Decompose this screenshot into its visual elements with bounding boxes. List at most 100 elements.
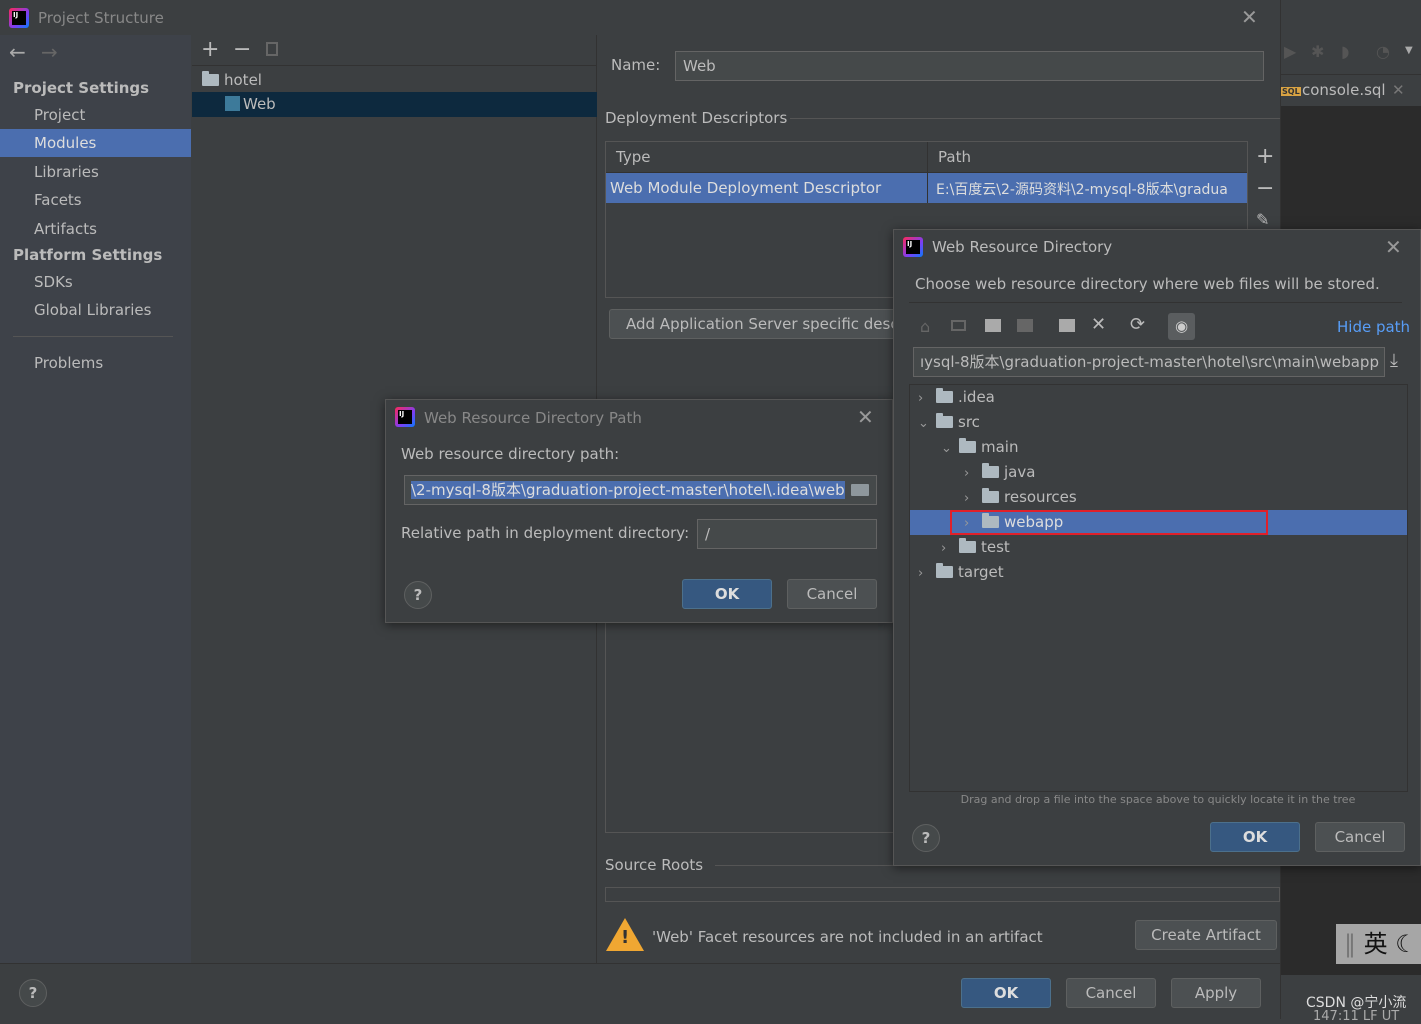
sidebar-item-global-libraries[interactable]: Global Libraries <box>0 296 191 324</box>
directory-tree: › .idea ⌄ src ⌄ main › java › resources › webapp › te… <box>909 384 1408 792</box>
folder-icon <box>982 463 999 478</box>
tree-item-main[interactable]: ⌄ main <box>910 435 1407 460</box>
row-type: Web Module Deployment Descriptor <box>610 179 882 197</box>
tree-item-label: src <box>958 413 980 431</box>
window-close-icon[interactable]: ✕ <box>1241 5 1258 29</box>
drag-drop-hint: Drag and drop a file into the space abov… <box>960 793 1356 806</box>
chevron-right-icon[interactable]: › <box>918 561 936 586</box>
sidebar-item-project[interactable]: Project <box>0 101 191 129</box>
hide-path-link[interactable]: Hide path <box>1337 318 1410 336</box>
sidebar-item-libraries[interactable]: Libraries <box>0 158 191 186</box>
chevron-right-icon[interactable]: › <box>918 386 936 411</box>
copy-icon[interactable] <box>266 42 278 56</box>
edit-icon[interactable]: ✎ <box>1256 210 1269 229</box>
path-dialog: IJ Web Resource Directory Path ✕ Web res… <box>385 399 893 623</box>
ime-indicator: ‖ 英 ☾ <box>1336 924 1421 964</box>
sidebar-item-facets[interactable]: Facets <box>0 186 191 214</box>
table-row[interactable]: Web Module Deployment Descriptor E:\百度云\… <box>606 173 1247 203</box>
tree-item-resources[interactable]: › resources <box>910 485 1407 510</box>
column-type[interactable]: Type <box>616 148 650 166</box>
refresh-icon[interactable]: ⟳ <box>1130 314 1145 335</box>
module-folder-icon[interactable] <box>1017 319 1033 332</box>
delete-icon[interactable]: ✕ <box>1091 314 1106 335</box>
remove-descriptor-icon[interactable]: − <box>1256 176 1274 201</box>
editor-tab[interactable]: SQL console.sql ✕ <box>1281 74 1421 106</box>
tree-item-src[interactable]: ⌄ src <box>910 410 1407 435</box>
window-title: Project Structure <box>38 9 164 27</box>
chevron-right-icon[interactable]: › <box>964 461 982 486</box>
add-icon[interactable]: + <box>201 37 219 62</box>
tree-item-test[interactable]: › test <box>910 535 1407 560</box>
module-folder-icon <box>202 71 219 86</box>
help-button[interactable]: ? <box>404 581 432 609</box>
project-settings-heading: Project Settings <box>13 79 150 97</box>
ok-button[interactable]: OK <box>961 978 1051 1008</box>
profile-icon[interactable]: ◔ <box>1376 42 1390 61</box>
dropdown-icon[interactable]: ▼ <box>1405 45 1413 56</box>
sidebar-item-problems[interactable]: Problems <box>0 349 191 377</box>
tab-label: console.sql <box>1302 81 1386 99</box>
directory-path-input[interactable]: ıysql-8版本\graduation-project-master\hote… <box>913 347 1385 377</box>
dialog-close-icon[interactable]: ✕ <box>857 405 874 429</box>
sidebar-item-modules[interactable]: Modules <box>0 129 191 157</box>
tree-item-webapp[interactable]: › webapp <box>910 510 1407 535</box>
folder-icon <box>982 488 999 503</box>
desktop-icon[interactable] <box>951 320 966 331</box>
cancel-button[interactable]: Cancel <box>1066 978 1156 1008</box>
show-hidden-icon[interactable]: ◉ <box>1168 313 1195 340</box>
tree-item-label: java <box>1004 463 1036 481</box>
cancel-button[interactable]: Cancel <box>787 579 877 609</box>
tree-item-label: Web <box>243 95 276 113</box>
tree-item-label: hotel <box>224 71 262 89</box>
help-button[interactable]: ? <box>19 979 47 1007</box>
browse-folder-icon[interactable] <box>851 484 869 496</box>
tab-close-icon[interactable]: ✕ <box>1392 81 1405 99</box>
path-value: \2-mysql-8版本\graduation-project-master\h… <box>411 481 845 499</box>
remove-icon[interactable]: − <box>233 37 251 62</box>
add-server-descriptor-button[interactable]: Add Application Server specific desc <box>609 309 909 339</box>
tree-item-java[interactable]: › java <box>910 460 1407 485</box>
sidebar-item-sdks[interactable]: SDKs <box>0 268 191 296</box>
tree-item-hotel[interactable]: hotel <box>202 68 262 93</box>
relative-path-label: Relative path in deployment directory: <box>401 524 690 542</box>
coverage-icon[interactable]: ◗ <box>1341 42 1349 61</box>
project-folder-icon[interactable] <box>985 319 1001 332</box>
tree-item-label: test <box>981 538 1010 556</box>
sidebar-item-artifacts[interactable]: Artifacts <box>0 215 191 243</box>
ok-button[interactable]: OK <box>682 579 772 609</box>
forward-arrow-icon[interactable]: → <box>41 40 58 64</box>
name-input[interactable]: Web <box>675 51 1264 81</box>
back-arrow-icon[interactable]: ← <box>9 40 26 64</box>
tree-item-label: .idea <box>958 388 995 406</box>
chevron-right-icon[interactable]: › <box>941 536 959 561</box>
new-folder-icon[interactable] <box>1059 319 1075 332</box>
help-button[interactable]: ? <box>912 824 940 852</box>
apply-button[interactable]: Apply <box>1171 978 1261 1008</box>
chevron-down-icon[interactable]: ⌄ <box>941 436 959 461</box>
tree-item-idea[interactable]: › .idea <box>910 385 1407 410</box>
highlight-box <box>950 510 1268 535</box>
ok-button[interactable]: OK <box>1210 822 1300 852</box>
chevron-down-icon[interactable]: ⌄ <box>918 411 936 436</box>
home-icon[interactable]: ⌂ <box>920 317 930 336</box>
debug-icon[interactable]: ✱ <box>1311 42 1324 61</box>
name-label: Name: <box>611 56 661 74</box>
tree-item-target[interactable]: › target <box>910 560 1407 585</box>
sidebar: ← → Project Settings Project Modules Lib… <box>0 35 191 963</box>
ime-text: 英 <box>1363 930 1388 958</box>
intellij-logo: IJ <box>9 8 29 28</box>
relative-path-input[interactable]: / <box>697 519 877 549</box>
add-descriptor-icon[interactable]: + <box>1256 144 1274 169</box>
dialog-close-icon[interactable]: ✕ <box>1385 235 1402 259</box>
cancel-button[interactable]: Cancel <box>1315 822 1405 852</box>
download-icon[interactable]: ⤓ <box>1390 350 1398 371</box>
run-icon[interactable]: ▶ <box>1284 42 1296 61</box>
path-input[interactable]: \2-mysql-8版本\graduation-project-master\h… <box>404 475 877 505</box>
source-roots-title: Source Roots <box>605 856 704 874</box>
tree-item-web[interactable]: Web <box>192 92 597 117</box>
chevron-right-icon[interactable]: › <box>964 486 982 511</box>
path-label: Web resource directory path: <box>401 445 620 463</box>
sql-file-icon: SQL <box>1281 87 1301 96</box>
column-path[interactable]: Path <box>927 142 981 173</box>
create-artifact-button[interactable]: Create Artifact <box>1135 920 1277 950</box>
